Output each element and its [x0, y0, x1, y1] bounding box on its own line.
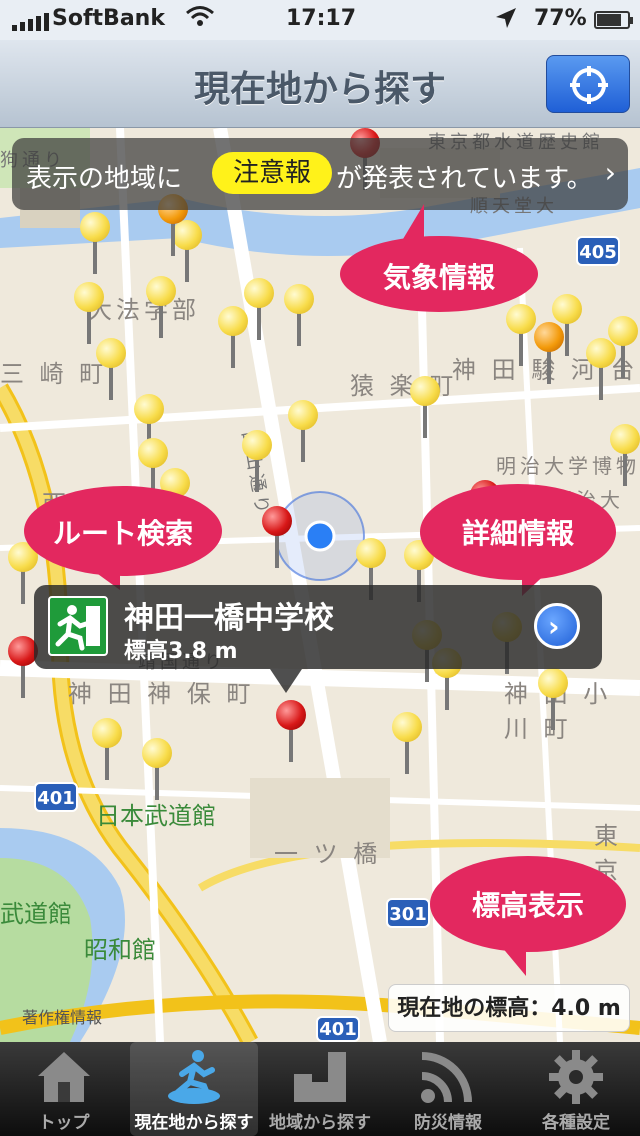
- route-search-bubble: ルート検索: [24, 486, 222, 576]
- location-target-icon: [570, 66, 608, 104]
- shelter-pin[interactable]: [284, 284, 314, 346]
- location-arrow-icon: [494, 6, 518, 36]
- tab-bar: トップ 現在地から探す 地域から探す 防災情報 各種設定: [0, 1042, 640, 1136]
- city-icon: [294, 1052, 346, 1102]
- shelter-pin[interactable]: [276, 700, 306, 762]
- bubble-tail: [496, 940, 526, 976]
- shelter-pin[interactable]: [218, 306, 248, 368]
- callout-elevation: 標高3.8 m: [124, 639, 238, 664]
- tab-top[interactable]: トップ: [0, 1042, 128, 1136]
- callout-title: 神田一橋中学校: [124, 601, 334, 636]
- tab-current-location[interactable]: 現在地から探す: [130, 1042, 258, 1136]
- tab-label: 防災情報: [414, 1113, 482, 1133]
- map-label: 一 ツ 橋: [274, 840, 382, 868]
- emergency-exit-icon: [48, 596, 108, 656]
- shelter-pin[interactable]: [506, 304, 536, 366]
- shelter-pin[interactable]: [552, 294, 582, 356]
- tab-label: 各種設定: [542, 1113, 610, 1133]
- detail-disclosure-button[interactable]: ›: [534, 603, 580, 649]
- signal-strength-icon: [12, 13, 49, 31]
- weather-info-bubble: 気象情報: [340, 236, 538, 312]
- map-label: 大法学部: [88, 296, 200, 324]
- map-label: 武道館: [0, 900, 72, 928]
- tab-disaster-info[interactable]: 防災情報: [384, 1042, 512, 1136]
- shelter-pin[interactable]: [586, 338, 616, 400]
- shelter-pin[interactable]: [392, 712, 422, 774]
- navigation-bar: 現在地から探す: [0, 40, 640, 128]
- chevron-right-icon: ›: [604, 156, 616, 189]
- callout-pointer: [270, 669, 302, 693]
- map-label: 神 田 神 保 町: [68, 680, 255, 708]
- map-label: 猿 楽 町: [350, 372, 458, 400]
- copyright-link[interactable]: 著作権情報: [22, 1004, 102, 1028]
- route-shield-401: 401: [316, 1016, 360, 1042]
- route-shield-301: 301: [386, 898, 430, 928]
- running-person-icon: [168, 1050, 220, 1104]
- detail-info-bubble: 詳細情報: [420, 484, 616, 580]
- wifi-icon: [185, 4, 215, 34]
- shelter-pin[interactable]: [262, 506, 292, 568]
- shelter-pin[interactable]: [288, 400, 318, 462]
- rss-icon: [421, 1052, 472, 1103]
- alert-prefix: 表示の地域に: [26, 164, 183, 194]
- alert-suffix: が発表されています。: [336, 164, 593, 194]
- weather-alert-banner[interactable]: 表示の地域に 注意報 が発表されています。 ›: [12, 138, 628, 210]
- shelter-pin[interactable]: [610, 424, 640, 486]
- shelter-pin[interactable]: [242, 430, 272, 492]
- shelter-pin[interactable]: [142, 738, 172, 800]
- chevron-right-icon: ›: [548, 610, 560, 643]
- bubble-tail: [400, 204, 424, 244]
- map-label: 日本武道館: [96, 802, 216, 830]
- shelter-pin[interactable]: [538, 668, 568, 730]
- shelter-pin[interactable]: [74, 282, 104, 344]
- tab-label: トップ: [38, 1113, 90, 1133]
- shelter-pin[interactable]: [96, 338, 126, 400]
- battery-icon: [594, 11, 633, 29]
- carrier-name: SoftBank: [52, 6, 165, 31]
- tab-settings[interactable]: 各種設定: [512, 1042, 640, 1136]
- map-label: 神 田 小 川 町: [504, 680, 612, 743]
- route-shield-401: 401: [34, 782, 78, 812]
- bubble-label: 気象情報: [382, 261, 495, 294]
- bubble-label: 詳細情報: [461, 517, 574, 550]
- home-icon: [38, 1052, 90, 1102]
- shelter-callout[interactable]: 神田一橋中学校 標高3.8 m ›: [34, 585, 602, 693]
- alert-badge: 注意報: [212, 152, 332, 194]
- tab-label: 現在地から探す: [134, 1113, 254, 1133]
- current-elevation-display: 現在地の標高：4.0 m: [388, 984, 630, 1032]
- elevation-bubble: 標高表示: [430, 856, 626, 952]
- page-title: 現在地から探す: [193, 69, 446, 110]
- shelter-pin[interactable]: [146, 276, 176, 338]
- status-bar: SoftBank 17:17 77%: [0, 0, 640, 40]
- current-location-button[interactable]: [546, 55, 630, 113]
- clock: 17:17: [286, 6, 357, 31]
- shelter-pin[interactable]: [80, 212, 110, 274]
- map-view[interactable]: 東京都水道歴史館 順天堂大 狗通り 大法学部 三 崎 町 猿 楽 町 神 田 駿…: [0, 128, 640, 1042]
- bubble-label: ルート検索: [52, 517, 193, 550]
- battery-percent: 77%: [534, 6, 587, 31]
- bubble-label: 標高表示: [471, 889, 584, 922]
- map-label: 昭和館: [84, 936, 156, 964]
- tab-search-region[interactable]: 地域から探す: [256, 1042, 384, 1136]
- route-shield-405: 405: [576, 236, 620, 266]
- gear-icon: [549, 1050, 603, 1104]
- tab-label: 地域から探す: [269, 1113, 371, 1133]
- shelter-pin[interactable]: [92, 718, 122, 780]
- shelter-pin[interactable]: [410, 376, 440, 438]
- shelter-pin[interactable]: [244, 278, 274, 340]
- map-label: 三 崎 町: [0, 360, 108, 388]
